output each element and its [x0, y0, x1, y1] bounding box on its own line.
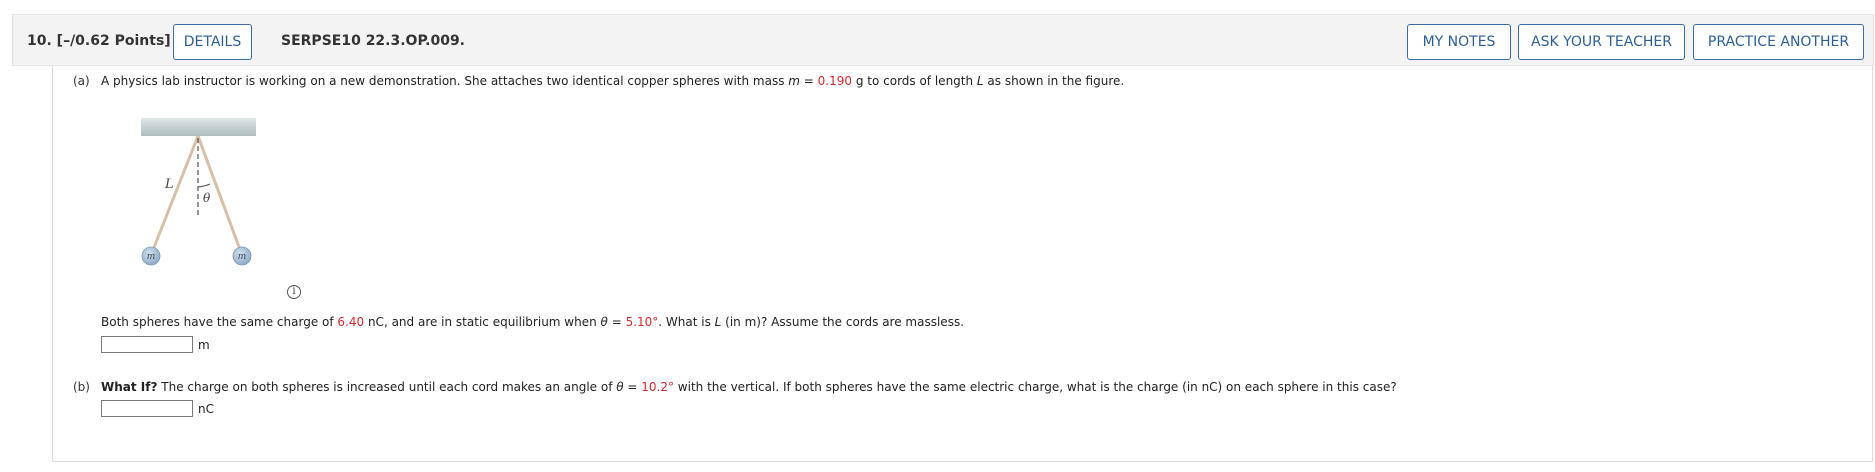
question-text-1: The charge on both spheres is increased … — [157, 380, 617, 394]
part-b-question: What If? The charge on both spheres is i… — [101, 380, 1397, 394]
ceiling-support — [141, 118, 256, 136]
theta-symbol: θ — [600, 315, 608, 329]
part-b-answer-input[interactable] — [101, 400, 193, 417]
part-b-label: (b) — [73, 380, 90, 394]
left-cord — [149, 135, 200, 256]
intro-text-3: as shown in the figure. — [983, 74, 1125, 88]
equals-sign: = — [607, 315, 626, 329]
part-a-label: (a) — [73, 74, 90, 88]
practice-another-button[interactable]: PRACTICE ANOTHER — [1693, 24, 1864, 60]
question-points: 10. [–/0.62 Points] — [27, 33, 171, 49]
equals-sign: = — [799, 74, 818, 88]
intro-text-1: A physics lab instructor is working on a… — [101, 74, 789, 88]
question-text-1: Both spheres have the same charge of — [101, 315, 338, 329]
info-icon[interactable]: i — [287, 285, 301, 299]
angle-value: 5.10° — [625, 315, 659, 329]
mass-symbol: m — [788, 74, 800, 88]
details-button[interactable]: DETAILS — [173, 24, 252, 60]
angle-label: θ — [203, 191, 211, 205]
part-a-answer-input[interactable] — [101, 336, 193, 353]
question-text-4: (in m)? Assume the cords are massless. — [721, 315, 965, 329]
part-a-question: Both spheres have the same charge of 6.4… — [101, 315, 964, 329]
theta-symbol: θ — [616, 380, 624, 394]
question-text-3: . What is — [658, 315, 715, 329]
left-sphere-label: m — [147, 252, 156, 262]
question-text-2: with the vertical. If both spheres have … — [673, 380, 1397, 394]
ask-your-teacher-button[interactable]: ASK YOUR TEACHER — [1518, 24, 1685, 60]
angle-value: 10.2° — [641, 380, 674, 394]
question-body — [52, 66, 1873, 462]
question-id: SERPSE10 22.3.OP.009. — [281, 33, 466, 49]
what-if-label: What If? — [101, 380, 158, 394]
mass-value: 0.190 — [817, 74, 853, 88]
right-sphere-label: m — [238, 252, 247, 262]
equals-sign: = — [623, 380, 642, 394]
angle-arc — [197, 183, 211, 188]
length-label: L — [164, 177, 174, 192]
intro-text-2: g to cords of length — [852, 74, 977, 88]
question-header: 10. [–/0.62 Points] DETAILS SERPSE10 22.… — [12, 14, 1874, 66]
length-symbol: L — [976, 74, 984, 88]
pendulum-figure: L θ m m — [141, 118, 256, 266]
part-a-intro: A physics lab instructor is working on a… — [101, 74, 1124, 88]
part-a-unit: m — [198, 338, 210, 352]
question-text-2: nC, and are in static equilibrium when — [364, 315, 601, 329]
charge-value: 6.40 — [337, 315, 365, 329]
my-notes-button[interactable]: MY NOTES — [1407, 24, 1511, 60]
part-b-unit: nC — [198, 402, 214, 416]
